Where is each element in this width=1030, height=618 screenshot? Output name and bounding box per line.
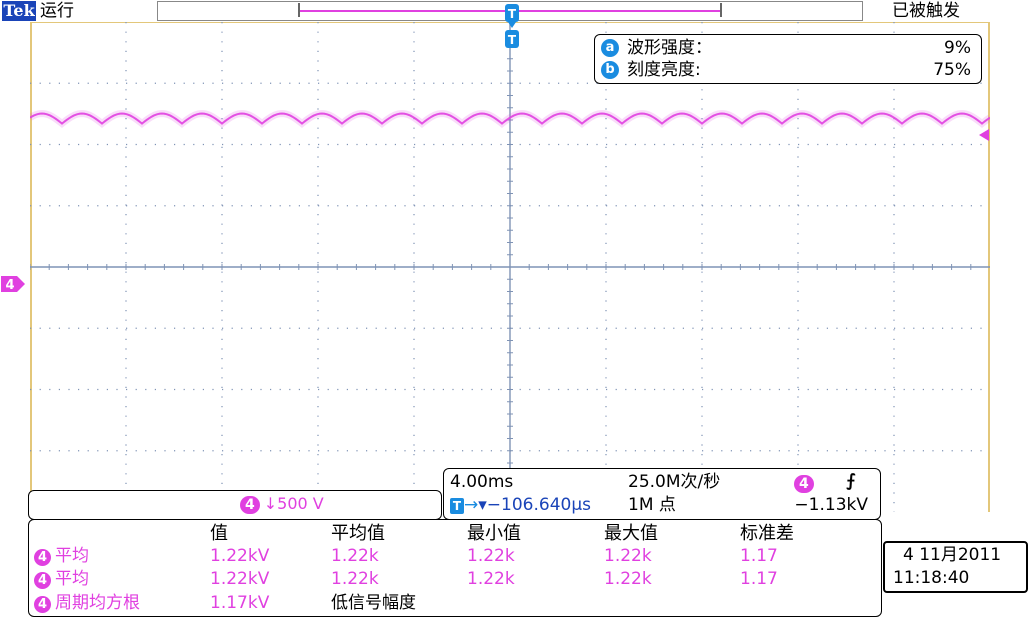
- intensity-readout: a 波形强度： 9% b 刻度亮度: 75%: [594, 34, 982, 84]
- rising-edge-icon: ⨍: [846, 471, 856, 491]
- trigger-position-marker[interactable]: T T: [503, 4, 521, 52]
- row-1-name: 平均: [55, 546, 90, 566]
- multipurpose-a-icon: a: [601, 39, 619, 57]
- row-1-max: 1.22k: [604, 546, 652, 566]
- measurement-row-2-label[interactable]: 4 平均: [34, 568, 89, 590]
- channel-scale-box[interactable]: [28, 490, 442, 520]
- time-per-div: 4.00ms: [450, 472, 514, 492]
- waveform-intensity-row[interactable]: a 波形强度： 9%: [599, 37, 975, 59]
- sample-rate: 25.0M次/秒: [628, 472, 721, 492]
- row-1-stddev: 1.17: [740, 546, 778, 566]
- trigger-source: 4: [794, 472, 818, 494]
- measurement-row-3-label[interactable]: 4 周期均方根: [34, 592, 140, 614]
- row-2-name: 平均: [55, 569, 90, 589]
- waveform-intensity-label: 波形强度：: [627, 38, 712, 58]
- datetime-readout[interactable]: 4 11月2011 11:18:40: [883, 541, 1028, 593]
- waveform-intensity-value: 9%: [944, 38, 971, 58]
- timebase-readout[interactable]: 4.00ms 25.0M次/秒 4 ⨍ T →▾−106.640µs 1M 点 −…: [443, 468, 881, 520]
- measurement-row-1-label[interactable]: 4 平均: [34, 545, 89, 567]
- graticule-intensity-row[interactable]: b 刻度亮度: 75%: [599, 59, 975, 81]
- channel-4-badge: 4: [240, 496, 260, 514]
- header-stddev: 标准差: [740, 523, 794, 544]
- trigger-level-marker[interactable]: [977, 128, 991, 142]
- header-mean: 平均值: [331, 523, 385, 544]
- trigger-t-icon: T: [450, 498, 464, 514]
- row-3-value: 1.17kV: [210, 593, 270, 613]
- row-2-value: 1.22kV: [210, 569, 270, 589]
- trigger-marker-bottom-label: T: [508, 33, 517, 47]
- date: 4 11月2011: [903, 545, 1002, 565]
- graticule-intensity-label: 刻度亮度:: [627, 60, 701, 80]
- row-3-status: 低信号幅度: [331, 593, 416, 613]
- row-2-stddev: 1.17: [740, 569, 778, 589]
- header-min: 最小值: [467, 523, 521, 544]
- time: 11:18:40: [893, 568, 970, 588]
- row-3-channel-badge: 4: [34, 596, 52, 613]
- row-1-channel-badge: 4: [34, 549, 52, 566]
- channel-4-scale: ↓500 V: [263, 494, 324, 513]
- header-value: 值: [210, 523, 228, 544]
- row-1-value: 1.22kV: [210, 546, 270, 566]
- trigger-marker-top-label: T: [508, 7, 517, 21]
- row-2-min: 1.22k: [467, 569, 515, 589]
- horizontal-position: T →▾−106.640µs: [450, 494, 591, 516]
- graticule: [30, 22, 990, 512]
- run-status[interactable]: 运行: [40, 1, 74, 21]
- arrow-right-icon: →: [464, 495, 479, 515]
- header-max: 最大值: [604, 523, 658, 544]
- trigger-channel-badge: 4: [794, 475, 814, 493]
- channel-scale-readout[interactable]: 4 ↓500 V: [240, 494, 324, 514]
- channel-4-ground-marker[interactable]: 4: [0, 274, 28, 294]
- grid-lines: [30, 22, 990, 512]
- record-length: 1M 点: [628, 495, 676, 515]
- trigger-status: 已被触发: [892, 1, 960, 21]
- horizontal-position-value: ▾−106.640µs: [478, 495, 591, 515]
- row-2-max: 1.22k: [604, 569, 652, 589]
- row-2-channel-badge: 4: [34, 572, 52, 589]
- row-3-name: 周期均方根: [55, 593, 141, 613]
- graticule-intensity-value: 75%: [933, 60, 971, 80]
- channel-4-ground-label: 4: [5, 278, 14, 293]
- multipurpose-b-icon: b: [601, 61, 619, 79]
- row-2-mean: 1.22k: [331, 569, 379, 589]
- row-1-min: 1.22k: [467, 546, 515, 566]
- tek-logo: Tek: [2, 1, 36, 21]
- row-1-mean: 1.22k: [331, 546, 379, 566]
- trigger-level-value: −1.13kV: [794, 495, 868, 515]
